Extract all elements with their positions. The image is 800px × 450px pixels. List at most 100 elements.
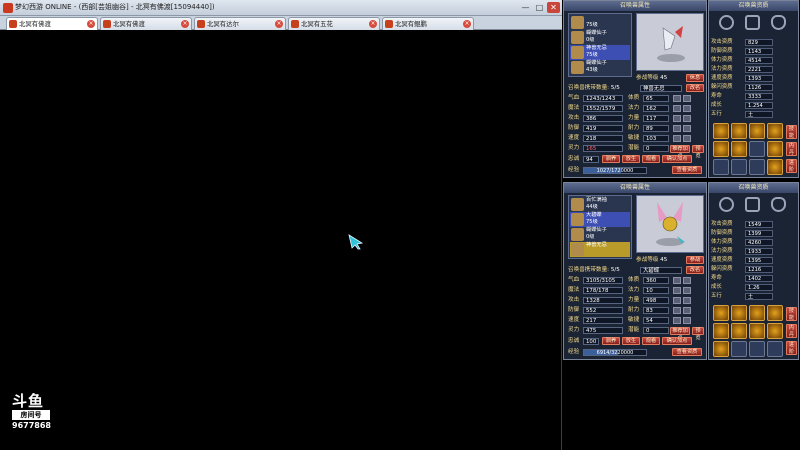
list-item[interactable]: 神兽无忌 75级 <box>570 45 630 60</box>
skill-icon[interactable] <box>767 323 783 339</box>
preview-button[interactable]: 预览 <box>692 145 704 159</box>
sub-point-button[interactable] <box>683 287 691 294</box>
list-item[interactable]: 蝴蝶仙子 43级 <box>570 60 630 75</box>
skill-icon[interactable] <box>713 323 729 339</box>
skill-icon[interactable] <box>731 141 747 157</box>
tab-1[interactable]: 北冥有佛渡 × <box>6 17 98 30</box>
equip-slot-helmet-icon[interactable] <box>771 15 786 30</box>
game-viewport[interactable] <box>2 31 559 448</box>
maximize-button[interactable]: □ <box>533 2 546 13</box>
skill-icon[interactable] <box>731 305 747 321</box>
add-point-button[interactable] <box>673 317 681 324</box>
tab-3[interactable]: 北冥有达尔 × <box>194 17 286 30</box>
minimize-button[interactable]: — <box>519 2 532 13</box>
list-item[interactable]: 蝴蝶仙子 0级 <box>570 30 630 45</box>
add-point-button[interactable] <box>673 135 681 142</box>
tab-2[interactable]: 北冥有佛渡 × <box>100 17 192 30</box>
watch-button[interactable]: 观看 <box>642 155 660 163</box>
skill-icon[interactable] <box>749 305 765 321</box>
skill-tab-button[interactable]: 技能 <box>786 307 797 321</box>
pet-name-field[interactable]: 大碧蝶 <box>640 267 682 274</box>
recommend-points-button[interactable]: 推荐加点 <box>670 145 690 159</box>
sub-point-button[interactable] <box>683 105 691 112</box>
sub-point-button[interactable] <box>683 125 691 132</box>
add-point-button[interactable] <box>673 297 681 304</box>
equip-slot-collar-icon[interactable] <box>745 15 760 30</box>
add-point-button[interactable] <box>673 277 681 284</box>
view-aptitude-button[interactable]: 查看资质 <box>672 348 702 356</box>
add-point-button[interactable] <box>673 95 681 102</box>
release-button[interactable]: 放生 <box>622 155 640 163</box>
inner-pill-tab-button[interactable]: 内丹 <box>786 324 797 338</box>
confirm-points-button[interactable]: 确认加点 <box>662 155 692 163</box>
skill-icon[interactable] <box>713 305 729 321</box>
close-button[interactable]: ✕ <box>547 2 560 13</box>
add-point-button[interactable] <box>673 115 681 122</box>
list-item[interactable]: 蝴蝶仙子 0级 <box>570 227 630 242</box>
sub-point-button[interactable] <box>683 297 691 304</box>
close-icon[interactable]: × <box>369 20 377 28</box>
recommend-points-button[interactable]: 推荐加点 <box>670 327 690 341</box>
equip-slot-helmet-icon[interactable] <box>771 197 786 212</box>
tab-5[interactable]: 北冥有鲲鹏 × <box>382 17 474 30</box>
skill-icon[interactable] <box>713 123 729 139</box>
tame-button[interactable]: 驯养 <box>602 337 620 345</box>
rest-button[interactable]: 休息 <box>686 74 704 82</box>
list-item[interactable]: 75级 <box>570 15 630 30</box>
tab-4[interactable]: 北冥有五花 × <box>288 17 380 30</box>
skill-icon[interactable] <box>767 305 783 321</box>
title-bar[interactable]: 梦幻西游 ONLINE - (西部[芸姐幽谷] - 北冥有佛渡[15094440… <box>0 0 562 16</box>
skill-icon[interactable] <box>749 123 765 139</box>
sub-point-button[interactable] <box>683 317 691 324</box>
view-aptitude-button[interactable]: 查看资质 <box>672 166 702 174</box>
skill-icon[interactable] <box>767 123 783 139</box>
sub-point-button[interactable] <box>683 277 691 284</box>
confirm-points-button[interactable]: 确认加点 <box>662 337 692 345</box>
skill-icon[interactable] <box>749 323 765 339</box>
skill-slot-empty[interactable] <box>731 159 747 175</box>
skill-tab-button[interactable]: 技能 <box>786 125 797 139</box>
skill-icon[interactable] <box>767 159 783 175</box>
close-icon[interactable]: × <box>275 20 283 28</box>
list-item[interactable]: 百忙满袖 44级 <box>570 197 630 212</box>
list-item[interactable]: 神兽无忌 <box>570 242 630 257</box>
add-point-button[interactable] <box>673 125 681 132</box>
skill-slot-empty[interactable] <box>749 159 765 175</box>
battle-button[interactable]: 参战 <box>686 256 704 264</box>
close-icon[interactable]: × <box>181 20 189 28</box>
skill-slot-empty[interactable] <box>749 141 765 157</box>
sub-point-button[interactable] <box>683 307 691 314</box>
add-point-button[interactable] <box>673 287 681 294</box>
pet-name-field[interactable]: 神兽无忌 <box>640 85 682 92</box>
skill-icon[interactable] <box>731 123 747 139</box>
close-icon[interactable]: × <box>87 20 95 28</box>
preview-button[interactable]: 预览 <box>692 327 704 341</box>
release-button[interactable]: 放生 <box>622 337 640 345</box>
rename-button[interactable]: 改名 <box>686 84 704 92</box>
advance-tab-button[interactable]: 进阶 <box>786 341 797 355</box>
add-point-button[interactable] <box>673 105 681 112</box>
tame-button[interactable]: 驯养 <box>602 155 620 163</box>
skill-icon[interactable] <box>731 323 747 339</box>
skill-icon[interactable] <box>713 341 729 357</box>
rename-button[interactable]: 改名 <box>686 266 704 274</box>
skill-icon[interactable] <box>767 141 783 157</box>
skill-slot-empty[interactable] <box>713 159 729 175</box>
aptitude-value: 1.26 <box>745 284 773 291</box>
skill-slot-empty[interactable] <box>731 341 747 357</box>
equip-slot-ring-icon[interactable] <box>719 197 734 212</box>
add-point-button[interactable] <box>673 307 681 314</box>
equip-slot-ring-icon[interactable] <box>719 15 734 30</box>
inner-pill-tab-button[interactable]: 内丹 <box>786 142 797 156</box>
close-icon[interactable]: × <box>463 20 471 28</box>
sub-point-button[interactable] <box>683 115 691 122</box>
skill-slot-empty[interactable] <box>767 341 783 357</box>
sub-point-button[interactable] <box>683 135 691 142</box>
sub-point-button[interactable] <box>683 95 691 102</box>
skill-slot-empty[interactable] <box>749 341 765 357</box>
list-item[interactable]: 大碧蝶 75级 <box>570 212 630 227</box>
equip-slot-collar-icon[interactable] <box>745 197 760 212</box>
skill-icon[interactable] <box>713 141 729 157</box>
advance-tab-button[interactable]: 进阶 <box>786 159 797 173</box>
watch-button[interactable]: 观看 <box>642 337 660 345</box>
